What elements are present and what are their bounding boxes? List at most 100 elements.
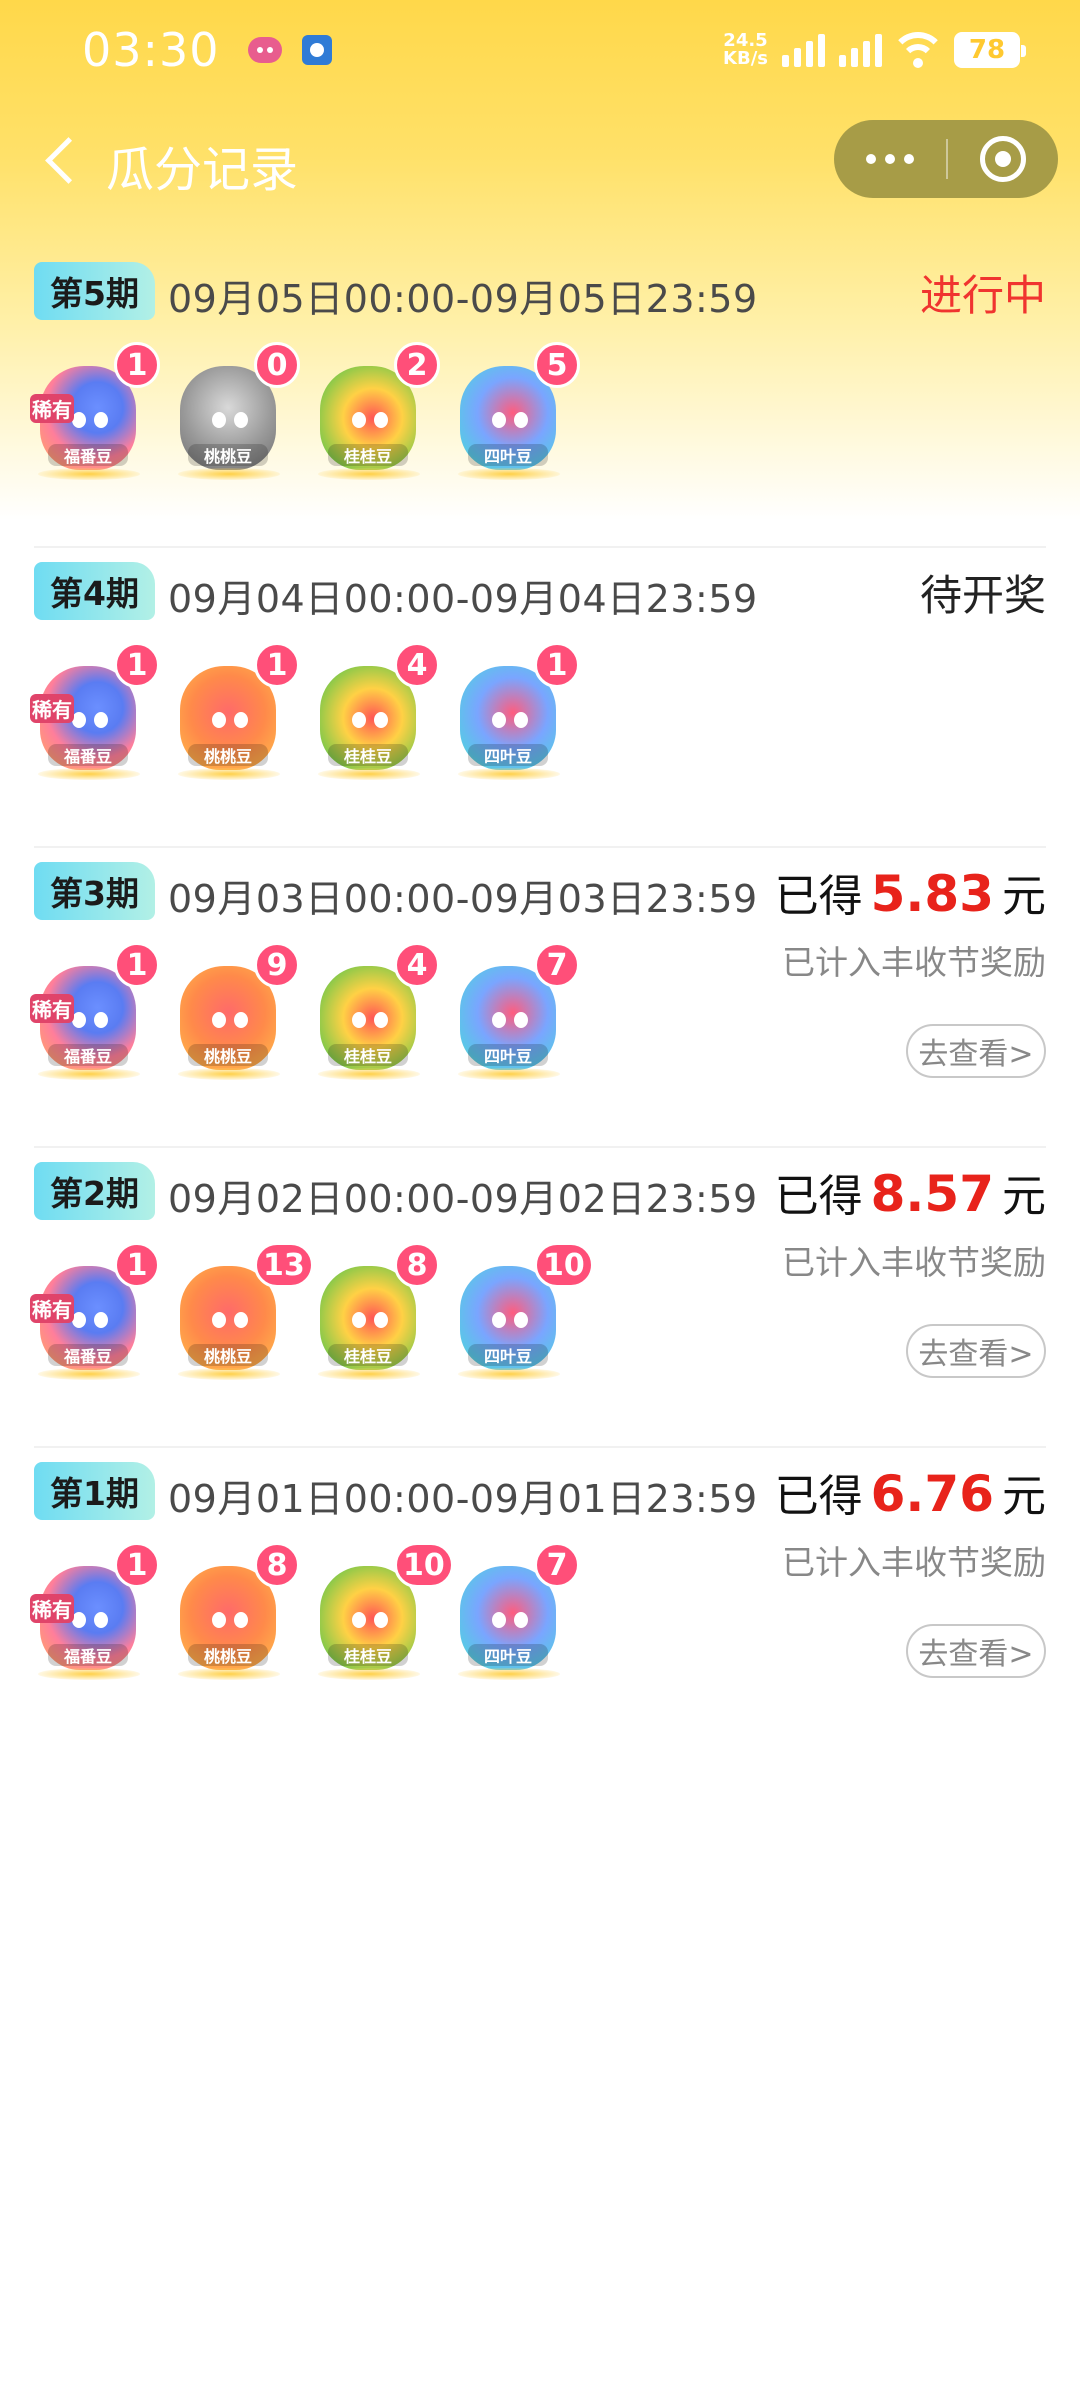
bean-shadow [458,1068,560,1080]
bean-shadow [178,1668,280,1680]
bean-count-badge: 1 [114,1242,160,1288]
reward-note: 已计入丰收节奖励 [782,1243,1046,1282]
bean-shadow [38,1668,140,1680]
battery-icon: 78 [954,32,1026,68]
period-tag: 第5期 [34,262,155,320]
notification-icons [247,35,332,65]
bean-count-badge: 1 [114,342,160,388]
date-range: 09月01日00:00-09月01日23:59 [168,1477,758,1521]
bean-count-badge: 1 [254,642,300,688]
bean-label: 四叶豆 [468,1344,548,1366]
record-item: 第4期 09月04日00:00-09月04日23:59 待开奖 稀有 福番豆 1 桃… [30,548,1046,848]
bean-flower: 桂桂豆 8 [314,1242,440,1380]
bean-shadow [178,1068,280,1080]
bean-rare: 稀有 福番豆 1 [30,1542,160,1680]
bean-peach: 桃桃豆 13 [174,1242,314,1380]
amount-value: 6.76 [870,1465,994,1523]
view-button[interactable]: 去查看> [906,1624,1046,1678]
bean-shadow [178,468,280,480]
rare-tag: 稀有 [30,1594,74,1623]
amount-unit: 元 [1002,1471,1046,1522]
status-bar: 03:30 24.5 KB/s 78 [0,0,1080,100]
bean-flower: 桂桂豆 4 [314,942,440,1080]
more-button[interactable] [834,120,946,198]
rare-tag: 稀有 [30,394,74,423]
view-button[interactable]: 去查看> [906,1024,1046,1078]
rare-tag: 稀有 [30,994,74,1023]
view-button[interactable]: 去查看> [906,1324,1046,1378]
bean-shadow [318,1068,420,1080]
bean-count-badge: 7 [534,942,580,988]
record-item: 第1期 09月01日00:00-09月01日23:59 已得 6.76 元 已计入… [30,1448,1046,1748]
bean-shadow [38,1068,140,1080]
bean-row: 稀有 福番豆 1 桃桃豆 8 桂桂豆 10 四叶豆 7 [30,1542,594,1698]
bean-count-badge: 2 [394,342,440,388]
bean-peach: 桃桃豆 8 [174,1542,300,1680]
bean-row: 稀有 福番豆 1 桃桃豆 13 桂桂豆 8 四叶豆 10 [30,1242,594,1398]
bean-shadow [458,468,560,480]
bean-shadow [318,1368,420,1380]
bean-count-badge: 10 [394,1542,454,1588]
bean-shadow [38,468,140,480]
wifi-icon [896,32,940,68]
period-tag: 第2期 [34,1162,155,1220]
bean-label: 桂桂豆 [328,1644,408,1666]
rare-tag: 稀有 [30,1294,74,1323]
bean-shadow [458,1668,560,1680]
period-tag: 第4期 [34,562,155,620]
bean-label: 四叶豆 [468,1644,548,1666]
bean-label: 桃桃豆 [188,444,268,466]
bean-shadow [178,768,280,780]
amount-value: 5.83 [870,865,994,923]
bean-label: 桃桃豆 [188,744,268,766]
back-button[interactable] [36,136,86,186]
bean-row: 稀有 福番豆 1 桃桃豆 0 桂桂豆 2 四叶豆 5 [30,342,594,498]
record-status: 进行中 [919,271,1046,320]
bean-label: 福番豆 [48,744,128,766]
bean-label: 桂桂豆 [328,444,408,466]
earned-amount: 已得 6.76 元 [775,1460,1046,1524]
bean-flower: 桂桂豆 10 [314,1542,454,1680]
bean-rare: 稀有 福番豆 1 [30,942,160,1080]
bean-leaf: 四叶豆 10 [454,1242,594,1380]
period-tag: 第3期 [34,862,155,920]
bean-peach: 桃桃豆 9 [174,942,300,1080]
bean-shadow [38,1368,140,1380]
reward-note: 已计入丰收节奖励 [782,943,1046,982]
bean-count-badge: 1 [114,942,160,988]
bean-count-badge: 13 [254,1242,314,1288]
bean-label: 四叶豆 [468,744,548,766]
bean-shadow [458,768,560,780]
mini-program-capsule [834,120,1058,198]
bean-label: 桃桃豆 [188,1644,268,1666]
record-item: 第2期 09月02日00:00-09月02日23:59 已得 8.57 元 已计入… [30,1148,1046,1448]
amount-unit: 元 [1002,1171,1046,1222]
amount-value: 8.57 [870,1165,994,1223]
bean-count-badge: 1 [114,642,160,688]
period-tag: 第1期 [34,1462,155,1520]
bean-label: 福番豆 [48,444,128,466]
bean-rare: 稀有 福番豆 1 [30,1242,160,1380]
date-range: 09月05日00:00-09月05日23:59 [168,277,758,321]
chat-app-icon [247,37,282,63]
bean-shadow [318,768,420,780]
nav-bar: 瓜分记录 [0,110,1080,210]
bean-rare: 稀有 福番豆 1 [30,642,160,780]
earned-prefix: 已得 [774,1471,863,1522]
date-range: 09月02日00:00-09月02日23:59 [168,1177,758,1221]
bean-row: 稀有 福番豆 1 桃桃豆 1 桂桂豆 4 四叶豆 1 [30,642,594,798]
bean-leaf: 四叶豆 1 [454,642,580,780]
battery-level: 78 [968,35,1006,65]
bean-peach: 桃桃豆 1 [174,642,300,780]
page-title: 瓜分记录 [106,142,299,198]
bean-count-badge: 7 [534,1542,580,1588]
record-list: 第5期 09月05日00:00-09月05日23:59 进行中 稀有 福番豆 1 桃… [30,248,1046,1748]
date-range: 09月04日00:00-09月04日23:59 [168,577,758,621]
bean-count-badge: 9 [254,942,300,988]
reward-note: 已计入丰收节奖励 [782,1543,1046,1582]
bean-label: 桂桂豆 [328,744,408,766]
target-close-icon [980,136,1026,182]
close-button[interactable] [948,120,1058,198]
bean-leaf: 四叶豆 7 [454,1542,580,1680]
bean-count-badge: 4 [394,642,440,688]
